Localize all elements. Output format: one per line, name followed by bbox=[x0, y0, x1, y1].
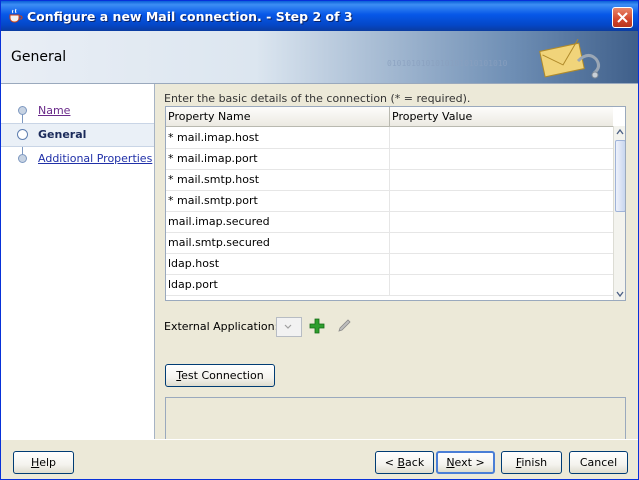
back-button[interactable]: < Back bbox=[375, 451, 434, 474]
footer-divider bbox=[1, 439, 638, 440]
instruction-text: Enter the basic details of the connectio… bbox=[164, 92, 471, 105]
nav-step-label[interactable]: Name bbox=[38, 104, 70, 117]
property-name-cell: * mail.imap.host bbox=[168, 131, 259, 144]
cancel-button[interactable]: Cancel bbox=[569, 451, 628, 474]
pencil-edit-icon[interactable] bbox=[336, 318, 352, 334]
nav-step-label: General bbox=[38, 128, 87, 141]
nav-step-additional-properties[interactable]: Additional Properties bbox=[1, 148, 154, 170]
property-name-cell: ldap.host bbox=[168, 257, 220, 270]
table-row[interactable]: mail.imap.secured bbox=[166, 211, 613, 233]
button-label: ext > bbox=[454, 456, 485, 469]
property-value-cell[interactable] bbox=[390, 211, 613, 232]
wizard-steps-panel: Name General Additional Properties bbox=[1, 84, 155, 439]
table-row[interactable]: * mail.smtp.host bbox=[166, 169, 613, 191]
table-row[interactable]: ldap.port bbox=[166, 274, 613, 296]
table-row[interactable]: ldap.host bbox=[166, 253, 613, 275]
property-name-cell: mail.imap.secured bbox=[168, 215, 270, 228]
scroll-down-arrow-icon[interactable] bbox=[614, 288, 625, 300]
finish-button[interactable]: Finish bbox=[501, 451, 562, 474]
property-value-cell[interactable] bbox=[390, 190, 613, 211]
button-label: ack bbox=[405, 456, 425, 469]
test-connection-button[interactable]: Test Connection bbox=[165, 364, 275, 387]
nav-step-name[interactable]: Name bbox=[1, 100, 154, 122]
column-header-property-value[interactable]: Property Value bbox=[392, 110, 472, 123]
property-value-cell[interactable] bbox=[390, 148, 613, 169]
table-row[interactable]: mail.smtp.secured bbox=[166, 232, 613, 254]
step-dot-icon bbox=[18, 106, 27, 115]
button-prefix: < bbox=[384, 456, 398, 469]
window-title: Configure a new Mail connection. - Step … bbox=[27, 9, 353, 24]
java-cup-icon bbox=[7, 8, 23, 24]
page-title: General bbox=[11, 49, 67, 65]
external-application-label: External Application: bbox=[164, 320, 279, 333]
button-label: est Connection bbox=[181, 369, 264, 382]
table-row[interactable]: * mail.smtp.port bbox=[166, 190, 613, 212]
scroll-up-arrow-icon[interactable] bbox=[614, 126, 625, 138]
property-name-cell: ldap.port bbox=[168, 278, 218, 291]
dropdown-arrow-icon bbox=[284, 324, 292, 329]
close-icon bbox=[617, 12, 628, 23]
external-application-select[interactable] bbox=[276, 317, 302, 337]
next-button[interactable]: Next > bbox=[436, 451, 495, 474]
nav-step-label[interactable]: Additional Properties bbox=[38, 152, 152, 165]
column-divider[interactable] bbox=[389, 107, 390, 126]
dialog-window: Configure a new Mail connection. - Step … bbox=[0, 0, 639, 480]
mnemonic: B bbox=[397, 456, 406, 469]
nav-step-general[interactable]: General bbox=[1, 123, 154, 147]
mnemonic: H bbox=[30, 456, 40, 469]
property-name-cell: * mail.smtp.host bbox=[168, 173, 260, 186]
table-vertical-scrollbar[interactable] bbox=[613, 126, 625, 300]
property-name-cell: * mail.imap.port bbox=[168, 152, 258, 165]
step-dot-icon bbox=[17, 129, 28, 140]
table-row[interactable]: * mail.imap.host bbox=[166, 127, 613, 149]
property-value-cell[interactable] bbox=[390, 127, 613, 148]
table-row[interactable]: * mail.imap.port bbox=[166, 148, 613, 170]
mnemonic: N bbox=[446, 456, 455, 469]
button-label: elp bbox=[39, 456, 57, 469]
scroll-thumb[interactable] bbox=[615, 140, 625, 212]
property-name-cell: mail.smtp.secured bbox=[168, 236, 270, 249]
table-header: Property Name Property Value bbox=[166, 107, 613, 127]
property-value-cell[interactable] bbox=[390, 232, 613, 253]
column-header-property-name[interactable]: Property Name bbox=[168, 110, 251, 123]
binary-decoration: 0101010101010101010101010 bbox=[387, 59, 508, 68]
title-bar[interactable]: Configure a new Mail connection. - Step … bbox=[1, 1, 638, 31]
property-value-cell[interactable] bbox=[390, 253, 613, 274]
property-value-cell[interactable] bbox=[390, 274, 613, 295]
properties-table: Property Name Property Value * mail.imap… bbox=[165, 106, 626, 301]
close-button[interactable] bbox=[612, 7, 633, 28]
add-icon[interactable] bbox=[309, 318, 325, 334]
header-band: General 0101010101010101010101010 bbox=[1, 31, 638, 84]
property-value-cell[interactable] bbox=[390, 169, 613, 190]
test-result-area bbox=[165, 397, 626, 440]
mail-envelope-icon bbox=[538, 38, 608, 86]
main-content: Enter the basic details of the connectio… bbox=[155, 84, 638, 440]
button-label: inish bbox=[521, 456, 548, 469]
help-button[interactable]: Help bbox=[13, 451, 74, 474]
property-name-cell: * mail.smtp.port bbox=[168, 194, 258, 207]
step-dot-icon bbox=[18, 154, 27, 163]
